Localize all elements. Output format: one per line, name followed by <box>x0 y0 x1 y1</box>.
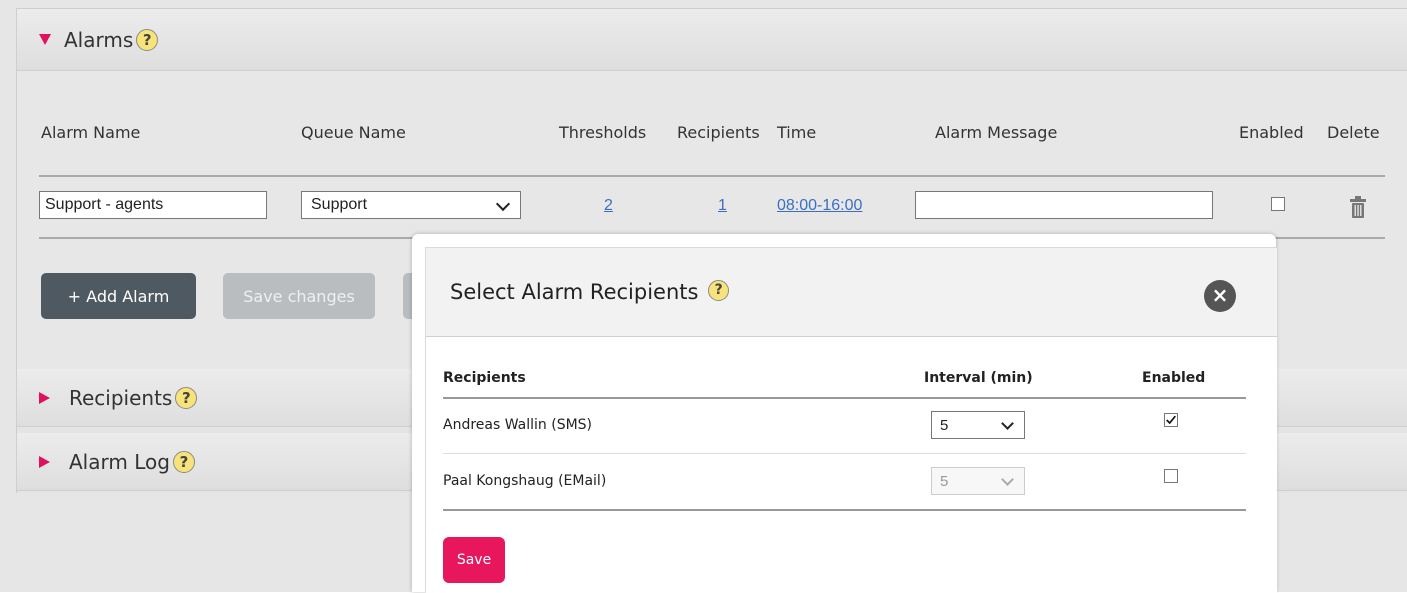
dialog-header: Select Alarm Recipients ? × <box>426 248 1277 337</box>
checkmark-icon <box>1166 415 1176 425</box>
interval-select-disabled[interactable]: 5 <box>931 467 1025 495</box>
chevron-down-icon <box>1001 417 1014 430</box>
table-header-divider <box>39 175 1385 177</box>
alarm-log-title: Alarm Log <box>69 449 170 474</box>
collapsed-triangle-icon <box>39 455 50 468</box>
header-delete: Delete <box>1327 123 1380 142</box>
chevron-down-icon <box>495 196 511 212</box>
header-alarm-name: Alarm Name <box>41 123 141 142</box>
recipient-enabled-checkbox[interactable] <box>1164 413 1178 427</box>
interval-select[interactable]: 5 <box>931 411 1025 439</box>
help-icon[interactable]: ? <box>708 280 730 301</box>
alarm-message-input[interactable] <box>915 191 1213 219</box>
alarm-name-input[interactable] <box>39 191 267 219</box>
time-link[interactable]: 08:00-16:00 <box>777 197 862 215</box>
help-icon[interactable]: ? <box>175 386 198 409</box>
alarm-enabled-checkbox[interactable] <box>1271 197 1285 211</box>
alarms-section-header[interactable]: Alarms ? <box>17 9 1407 71</box>
select-alarm-recipients-dialog: Select Alarm Recipients ? × Recipients I… <box>412 234 1277 593</box>
col-interval: Interval (min) <box>924 370 1033 386</box>
alarms-title: Alarms <box>64 27 134 52</box>
dialog-header-divider <box>443 397 1246 399</box>
header-alarm-message: Alarm Message <box>935 123 1058 142</box>
row-divider <box>443 453 1246 454</box>
dialog-title-text: Select Alarm Recipients <box>450 280 699 304</box>
recipient-name: Andreas Wallin (SMS) <box>443 417 593 433</box>
header-time: Time <box>777 123 817 142</box>
recipient-enabled-checkbox[interactable] <box>1164 469 1178 483</box>
add-alarm-button[interactable]: + Add Alarm <box>41 273 196 319</box>
interval-value: 5 <box>940 416 949 434</box>
save-button[interactable]: Save <box>443 537 505 583</box>
col-enabled: Enabled <box>1142 370 1206 386</box>
recipient-name: Paal Kongshaug (EMail) <box>443 473 607 489</box>
dialog-body: Recipients Interval (min) Enabled Andrea… <box>426 337 1277 593</box>
queue-name-select[interactable]: Support <box>301 191 521 219</box>
dialog-content: Select Alarm Recipients ? × Recipients I… <box>425 247 1277 593</box>
col-recipients: Recipients <box>443 370 526 386</box>
trash-icon[interactable] <box>1350 196 1366 218</box>
header-queue-name: Queue Name <box>301 123 406 142</box>
dialog-title: Select Alarm Recipients ? <box>450 280 730 304</box>
help-icon[interactable]: ? <box>136 28 159 51</box>
recipients-title: Recipients <box>69 385 173 410</box>
save-changes-button[interactable]: Save changes <box>223 273 375 319</box>
thresholds-link[interactable]: 2 <box>604 197 613 215</box>
recipients-link[interactable]: 1 <box>718 197 727 215</box>
header-recipients: Recipients <box>677 123 760 142</box>
queue-name-value: Support <box>311 196 368 213</box>
collapsed-triangle-icon <box>39 391 50 404</box>
interval-value: 5 <box>940 472 949 490</box>
header-thresholds: Thresholds <box>559 123 647 142</box>
close-icon[interactable]: × <box>1204 280 1236 312</box>
chevron-down-icon <box>1001 473 1014 486</box>
help-icon[interactable]: ? <box>172 450 195 473</box>
header-enabled: Enabled <box>1239 123 1304 142</box>
dialog-footer-divider <box>443 509 1246 511</box>
expanded-triangle-icon <box>39 34 51 45</box>
